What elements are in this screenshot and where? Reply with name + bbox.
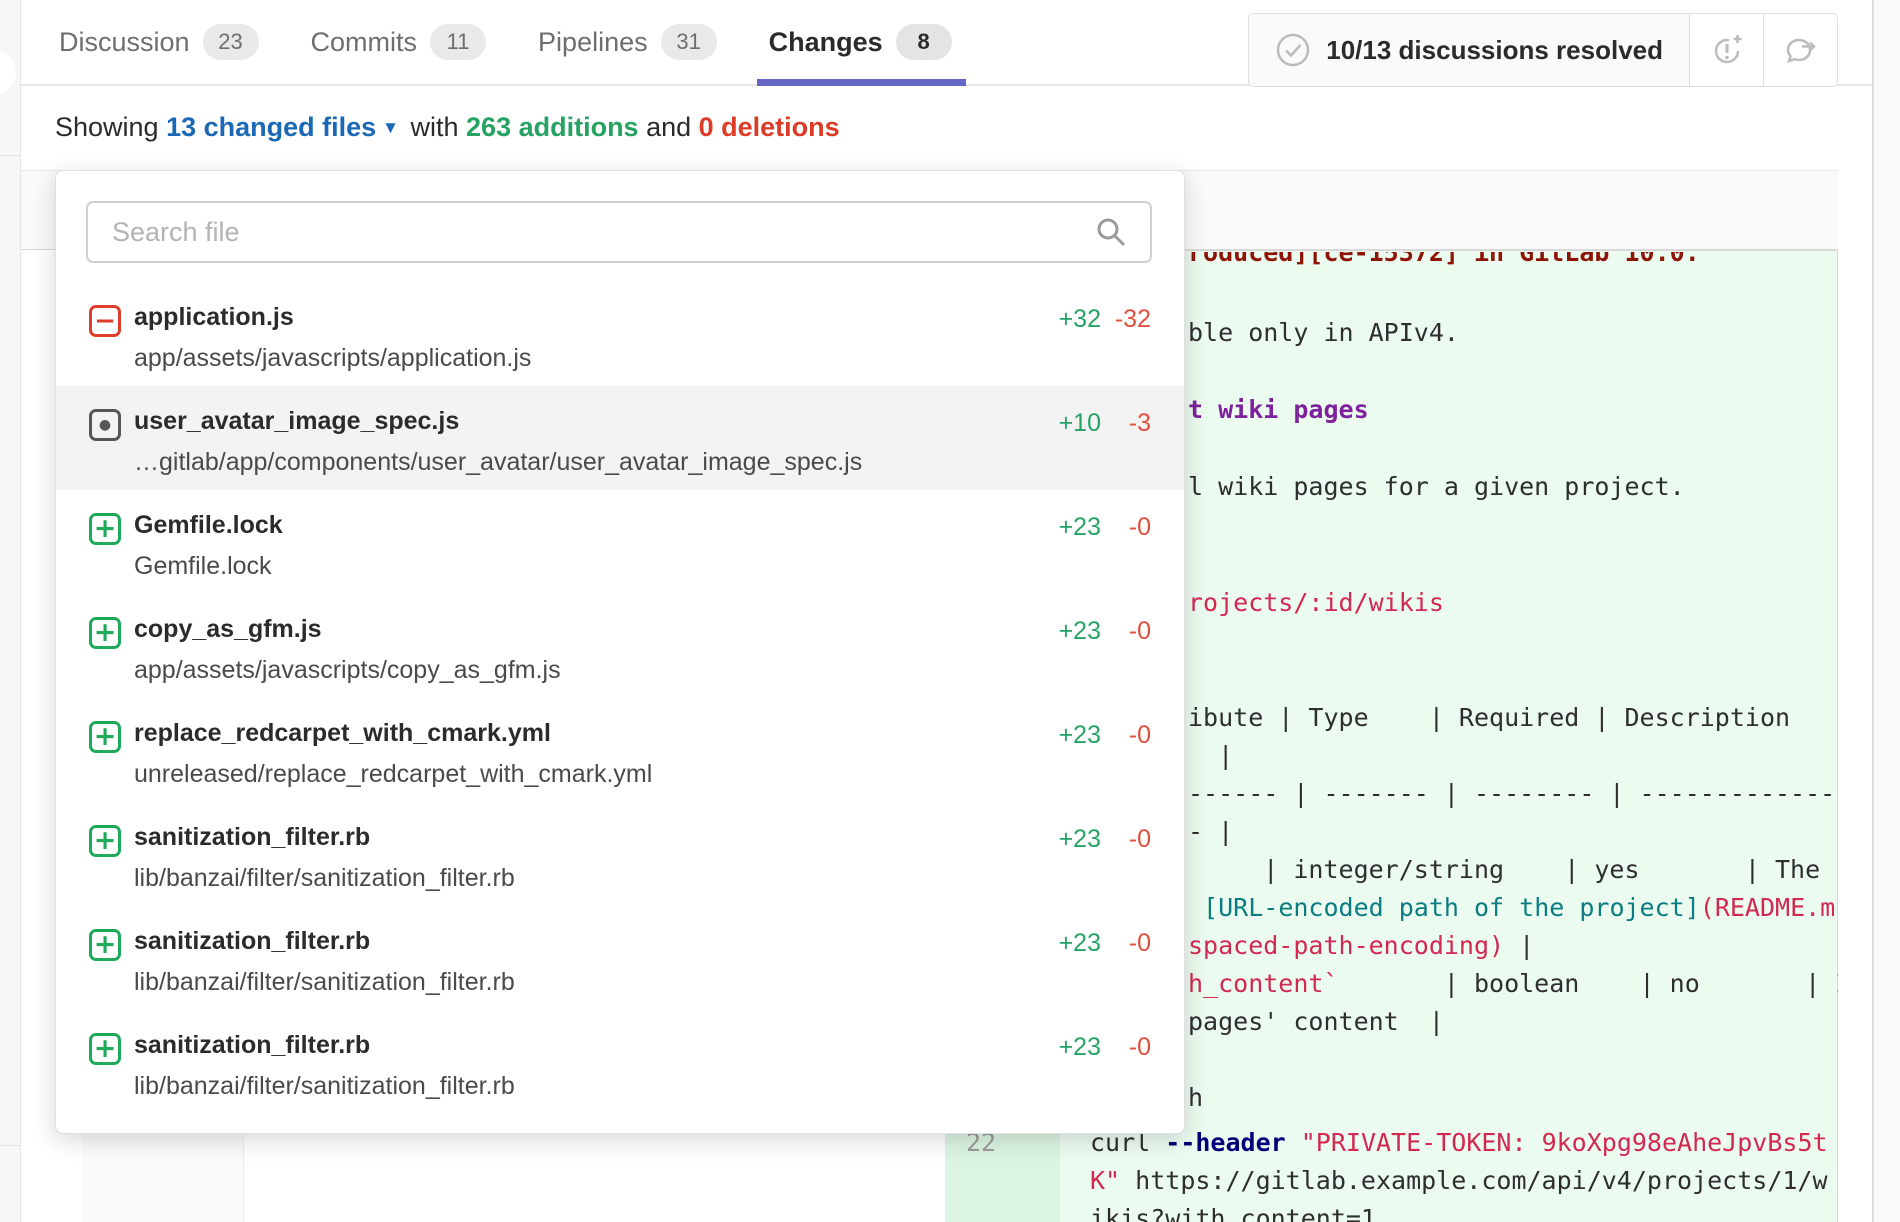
file-path: Gemfile.lock <box>134 552 272 581</box>
tab-discussion[interactable]: Discussion 23 <box>59 0 259 84</box>
tab-label: Pipelines <box>538 27 648 58</box>
file-name: Gemfile.lock <box>134 511 283 540</box>
with-text: with <box>403 112 466 142</box>
tab-label: Discussion <box>59 27 190 58</box>
search-icon <box>1094 215 1130 251</box>
tab-changes[interactable]: Changes 8 <box>769 0 952 84</box>
additions-badge: +23 <box>1059 513 1101 542</box>
deletions-badge: -3 <box>1129 409 1151 438</box>
file-row-user-avatar-image-spec-js[interactable]: user_avatar_image_spec.js …gitlab/app/co… <box>56 386 1184 490</box>
file-status-icon <box>89 513 121 545</box>
deletions-badge: -32 <box>1115 305 1151 334</box>
tab-commits[interactable]: Commits 11 <box>311 0 487 84</box>
issue-new-icon <box>1707 30 1747 70</box>
discussions-action-group: 10/13 discussions resolved <box>1248 13 1838 87</box>
jump-to-next-discussion-button[interactable] <box>1763 14 1837 86</box>
file-row-sanitization-filter-rb-2[interactable]: sanitization_filter.rb lib/banzai/filter… <box>56 906 1184 1010</box>
deletions-count: 0 deletions <box>699 112 840 142</box>
file-name: sanitization_filter.rb <box>134 927 370 956</box>
file-status-icon <box>89 305 121 337</box>
deletions-badge: -0 <box>1129 1033 1151 1062</box>
and-text: and <box>639 112 699 142</box>
deletions-badge: -0 <box>1129 929 1151 958</box>
deletions-badge: -0 <box>1129 617 1151 646</box>
file-status-icon <box>89 1033 121 1065</box>
left-strip-divider <box>0 1145 20 1146</box>
page-left-edge-strip <box>0 0 21 1222</box>
search-input[interactable] <box>86 201 1152 263</box>
tab-count-badge: 31 <box>661 24 717 60</box>
changed-files-dropdown-toggle[interactable]: 13 changed files <box>166 112 376 142</box>
left-strip-divider <box>0 155 20 156</box>
file-name: application.js <box>134 303 294 332</box>
page-right-gutter <box>1874 0 1900 1222</box>
comment-next-icon <box>1780 30 1822 70</box>
additions-badge: +23 <box>1059 617 1101 646</box>
deletions-badge: -0 <box>1129 721 1151 750</box>
file-row-replace-redcarpet-with-cmark-yml[interactable]: replace_redcarpet_with_cmark.yml unrelea… <box>56 698 1184 802</box>
additions-badge: +23 <box>1059 825 1101 854</box>
file-name: sanitization_filter.rb <box>134 823 370 852</box>
chevron-down-icon[interactable]: ▼ <box>382 118 399 138</box>
changed-file-list: application.js app/assets/javascripts/ap… <box>56 282 1184 1114</box>
additions-badge: +32 <box>1059 305 1101 334</box>
file-path: unreleased/replace_redcarpet_with_cmark.… <box>134 760 652 789</box>
file-status-icon <box>89 617 121 649</box>
additions-badge: +10 <box>1059 409 1101 438</box>
deletions-badge: -0 <box>1129 513 1151 542</box>
discussions-resolved-status: 10/13 discussions resolved <box>1249 14 1690 86</box>
file-row-gemfile-lock[interactable]: Gemfile.lock Gemfile.lock +23 -0 <box>56 490 1184 594</box>
check-circle-icon <box>1275 32 1311 68</box>
file-search <box>86 201 1152 263</box>
tab-pipelines[interactable]: Pipelines 31 <box>538 0 717 84</box>
tab-count-badge: 8 <box>896 24 952 60</box>
discussions-resolved-label: 10/13 discussions resolved <box>1326 35 1663 66</box>
file-name: copy_as_gfm.js <box>134 615 322 644</box>
file-row-sanitization-filter-rb-1[interactable]: sanitization_filter.rb lib/banzai/filter… <box>56 802 1184 906</box>
deletions-badge: -0 <box>1129 825 1151 854</box>
file-status-icon <box>89 929 121 961</box>
showing-text: Showing <box>55 112 166 142</box>
file-path: lib/banzai/filter/sanitization_filter.rb <box>134 1072 515 1101</box>
file-name: replace_redcarpet_with_cmark.yml <box>134 719 551 748</box>
tab-count-badge: 23 <box>203 24 259 60</box>
partial-circle-decoration <box>0 50 16 96</box>
file-path: app/assets/javascripts/copy_as_gfm.js <box>134 656 561 685</box>
additions-count: 263 additions <box>466 112 639 142</box>
file-status-icon <box>89 721 121 753</box>
additions-badge: +23 <box>1059 721 1101 750</box>
file-name: sanitization_filter.rb <box>134 1031 370 1060</box>
page-right-divider-line <box>1872 0 1874 1222</box>
resolve-in-new-issue-button[interactable] <box>1690 14 1763 86</box>
tab-label: Commits <box>311 27 418 58</box>
tab-count-badge: 11 <box>430 24 486 60</box>
changes-summary: Showing 13 changed files ▼ with 263 addit… <box>55 112 840 143</box>
file-row-copy-as-gfm-js[interactable]: copy_as_gfm.js app/assets/javascripts/co… <box>56 594 1184 698</box>
additions-badge: +23 <box>1059 1033 1101 1062</box>
file-row-sanitization-filter-rb-3[interactable]: sanitization_filter.rb lib/banzai/filter… <box>56 1010 1184 1114</box>
file-path: app/assets/javascripts/application.js <box>134 344 531 373</box>
additions-badge: +23 <box>1059 929 1101 958</box>
file-path: lib/banzai/filter/sanitization_filter.rb <box>134 864 515 893</box>
file-status-icon <box>89 409 121 441</box>
file-switcher-dropdown: application.js app/assets/javascripts/ap… <box>55 170 1185 1134</box>
tab-label: Changes <box>769 27 883 58</box>
file-name: user_avatar_image_spec.js <box>134 407 459 436</box>
merge-request-changes-page: roduced][ce-15372] in GitLab 10.0.ble on… <box>0 0 1900 1222</box>
file-path: lib/banzai/filter/sanitization_filter.rb <box>134 968 515 997</box>
file-path: …gitlab/app/components/user_avatar/user_… <box>134 448 862 477</box>
file-status-icon <box>89 825 121 857</box>
file-row-application-js[interactable]: application.js app/assets/javascripts/ap… <box>56 282 1184 386</box>
